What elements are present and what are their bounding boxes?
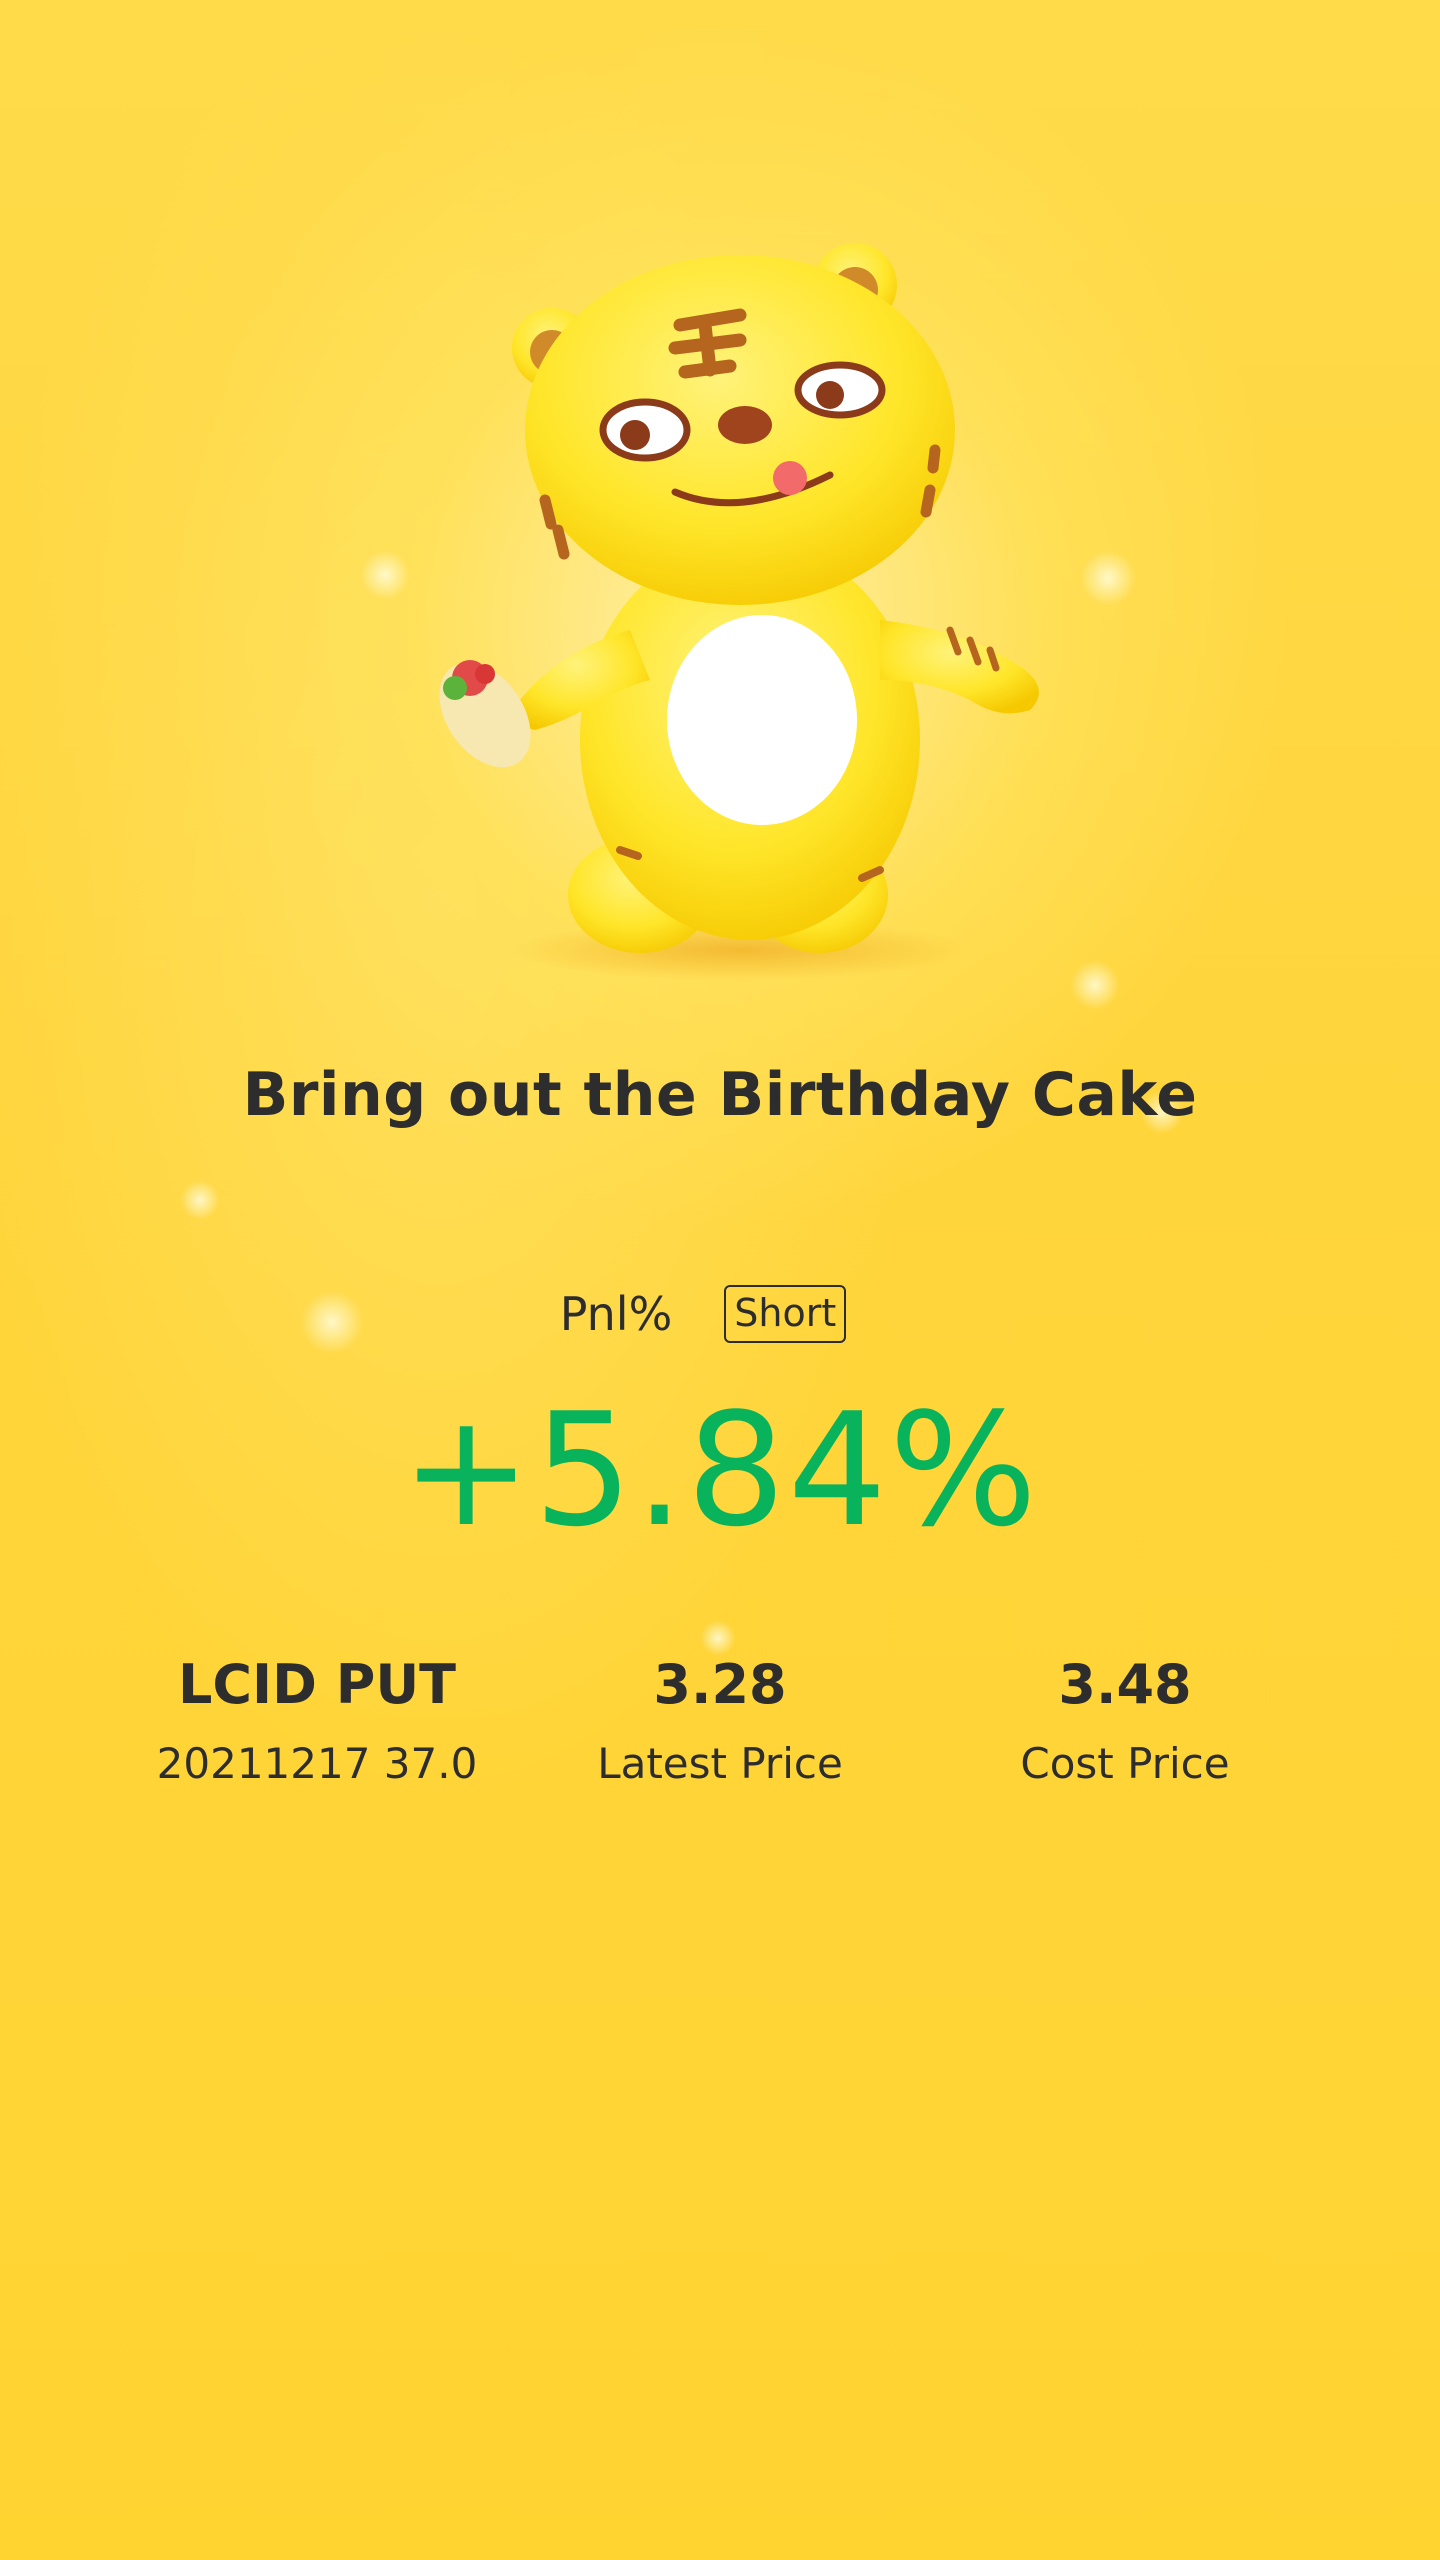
stat-latest-price: 3.28 Latest Price	[520, 1650, 920, 1792]
pnl-label: Pnl%	[559, 1287, 673, 1341]
cost-price-label: Cost Price	[1020, 1739, 1230, 1788]
stat-cost-price: 3.48 Cost Price	[925, 1650, 1325, 1792]
contract-symbol: LCID PUT	[177, 1653, 456, 1716]
latest-price-value: 3.28	[653, 1653, 787, 1716]
cost-price-value: 3.48	[1058, 1653, 1192, 1716]
direction-badge: Short	[724, 1285, 847, 1343]
stats-row: LCID PUT 20211217 37.0 3.28 Latest Price…	[0, 1650, 1440, 1810]
tiger-mascot-icon	[439, 243, 1039, 980]
share-card: Bring out the Birthday Cake Pnl% Short +…	[0, 0, 1440, 2560]
sparkle	[1070, 960, 1120, 1010]
stat-contract: LCID PUT 20211217 37.0	[117, 1650, 517, 1792]
achievement-title: Bring out the Birthday Cake	[242, 1060, 1198, 1130]
pnl-value: +5.84%	[400, 1379, 1040, 1561]
sparkle	[1080, 550, 1136, 606]
contract-details: 20211217 37.0	[156, 1739, 478, 1788]
pnl-header: Pnl% Short	[0, 1285, 1440, 1343]
sparkle	[360, 550, 410, 600]
latest-price-label: Latest Price	[597, 1739, 843, 1788]
sparkle	[180, 1180, 220, 1220]
